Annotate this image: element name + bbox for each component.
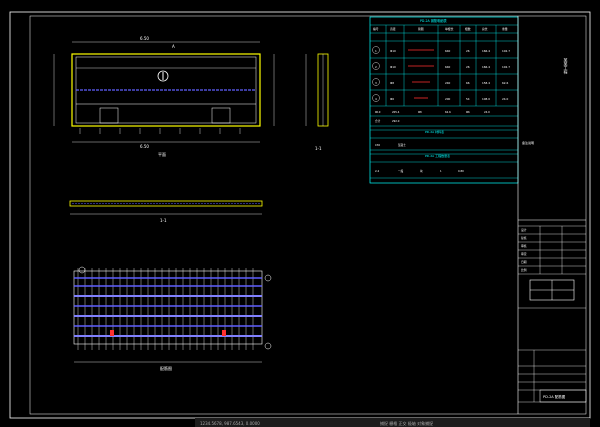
plan-view[interactable]: 6.50 A 6.50 平面 — [53, 36, 275, 157]
table-cell: Φ10 — [390, 49, 396, 53]
summary-row: 合计 292.0 — [375, 119, 400, 123]
material-table-title: PD-2A 材料表 — [425, 129, 444, 134]
table-cell: 292.0 — [392, 119, 400, 123]
rebar-caption: 配筋图 — [160, 365, 172, 371]
table-cell: 一般 — [398, 169, 404, 173]
profile-caption: 1-1 — [160, 218, 167, 223]
quantity-table-title: PD-2A 工程数量表 — [425, 153, 450, 158]
rebar-table[interactable]: PD-2A 钢筋明细表 编号 直径 简图 单根长 根数 总长 重量 1 Φ10 … — [369, 16, 534, 184]
rebar-table-rows: 1 Φ10 640 26 166.4 102.7 2 Φ10 640 26 16… — [375, 49, 510, 101]
table-cell: 26 — [466, 65, 470, 69]
rebar-horizontal-bars — [74, 277, 262, 327]
vertical-title: 某某工程 — [564, 57, 569, 75]
summary-row: Φ10 205.4 Φ8 62.6 Φ6 24.0 — [375, 110, 490, 114]
table-cell: 166.4 — [482, 49, 490, 53]
table-cell: 200 — [445, 97, 451, 101]
rebar-red-marker — [110, 330, 114, 336]
table-cell: 0.80 — [458, 169, 464, 173]
quantity-row: 2-2 一般 块 1 0.80 — [375, 169, 464, 173]
table-cell: 合计 — [375, 119, 381, 123]
plan-top-dimension: 6.50 — [140, 36, 149, 41]
rebar-callout-icon — [264, 342, 272, 350]
drafting-modes[interactable]: 捕捉 栅格 正交 极轴 对象捕捉 — [380, 420, 433, 426]
table-cell: 102.7 — [502, 65, 510, 69]
table-row: 4 Φ6 200 54 108.0 24.0 — [375, 97, 508, 101]
table-cell: 205.4 — [392, 110, 400, 114]
title-label: 日期 — [521, 260, 527, 264]
table-cell: 158.4 — [482, 81, 490, 85]
cad-drawing-canvas[interactable]: 6.50 A 6.50 平面 1-1 1-1 配筋图 PD-2A 钢筋明细表 编… — [0, 0, 600, 427]
rebar-callout-icon — [78, 266, 86, 274]
table-header-cell: 总长 — [482, 27, 488, 31]
rebar-view[interactable]: 配筋图 — [73, 266, 272, 371]
rebar-vertical-bars — [77, 268, 254, 350]
rebar-table-title: PD-2A 钢筋明细表 — [420, 18, 447, 23]
status-bar[interactable]: 1234.5678, 987.6543, 0.0000 捕捉 栅格 正交 极轴 … — [195, 418, 590, 427]
table-cell: Φ6 — [390, 97, 394, 101]
table-header-cell: 重量 — [502, 27, 508, 31]
table-cell: 块 — [420, 169, 423, 173]
table-cell: 240 — [445, 81, 451, 85]
table-row: 2 Φ10 640 26 166.4 102.7 — [375, 65, 510, 69]
table-cell: C30 — [375, 143, 380, 147]
table-cell: 62.6 — [502, 81, 508, 85]
table-cell: 108.0 — [482, 97, 490, 101]
title-block[interactable]: 某某工程 设计 复核 审核 审定 日期 比例 PD-2A 配筋图 — [517, 16, 587, 414]
table-header-cell: 单根长 — [445, 27, 454, 31]
plan-caption: 平面 — [158, 152, 166, 157]
table-cell: Φ8 — [390, 81, 394, 85]
table-cell: Φ10 — [390, 65, 396, 69]
table-cell: 24.0 — [502, 97, 508, 101]
title-label: 比例 — [521, 268, 527, 272]
table-cell: 66 — [466, 81, 470, 85]
table-cell: 26 — [466, 49, 470, 53]
table-row: 1 Φ10 640 26 166.4 102.7 — [375, 49, 510, 53]
plan-bottom-dimension: 6.50 — [140, 144, 149, 149]
table-cell: 640 — [445, 65, 451, 69]
table-cell: 2 — [375, 65, 377, 69]
table-cell: 54 — [466, 97, 470, 101]
table-header-cell: 直径 — [390, 27, 396, 31]
title-label: 复核 — [521, 236, 527, 240]
title-label: 审核 — [521, 244, 527, 248]
table-header-cell: 根数 — [465, 27, 471, 31]
table-cell: 2-2 — [375, 169, 380, 173]
table-cell: 4 — [375, 97, 377, 101]
side-caption: 1-1 — [315, 146, 322, 151]
rebar-callout-icon — [264, 274, 272, 282]
table-cell: 640 — [445, 49, 451, 53]
table-cell: Φ6 — [466, 110, 470, 114]
table-cell: 1 — [375, 49, 377, 53]
inner-frame — [29, 15, 587, 415]
side-view[interactable]: 1-1 — [305, 53, 329, 151]
plan-tick-marks — [79, 128, 241, 134]
profile-view[interactable]: 1-1 — [69, 200, 263, 223]
table-cell: 混凝土 — [398, 143, 406, 147]
table-cell: Φ10 — [375, 110, 381, 114]
rebar-table-headers: 编号 直径 简图 单根长 根数 总长 重量 — [373, 27, 508, 31]
table-cell: 24.0 — [484, 110, 490, 114]
plan-opening-left — [99, 107, 119, 124]
title-label: 设计 — [521, 228, 527, 232]
table-header-cell: 编号 — [373, 27, 379, 31]
rebar-red-marker — [222, 330, 226, 336]
table-cell: Φ8 — [418, 110, 422, 114]
table-cell: 3 — [375, 81, 377, 85]
plan-opening-right — [211, 107, 231, 124]
table-cell: 102.7 — [502, 49, 510, 53]
table-row: 3 Φ8 240 66 158.4 62.6 — [375, 81, 508, 85]
table-remark: 备注说明 — [522, 140, 534, 145]
title-label: 审定 — [521, 252, 527, 256]
drawing-name: PD-2A 配筋图 — [543, 394, 566, 399]
table-cell: 1 — [440, 169, 442, 173]
table-cell: 62.6 — [445, 110, 451, 114]
material-row: C30 混凝土 — [375, 143, 406, 147]
title-block-rows — [518, 225, 586, 403]
table-cell: 166.4 — [482, 65, 490, 69]
coordinate-readout: 1234.5678, 987.6543, 0.0000 — [200, 421, 260, 426]
plan-section-mark: A — [172, 44, 175, 49]
rebar-slab-outline — [73, 270, 263, 345]
drawing-frame — [9, 11, 591, 419]
table-header-cell: 简图 — [418, 27, 424, 31]
